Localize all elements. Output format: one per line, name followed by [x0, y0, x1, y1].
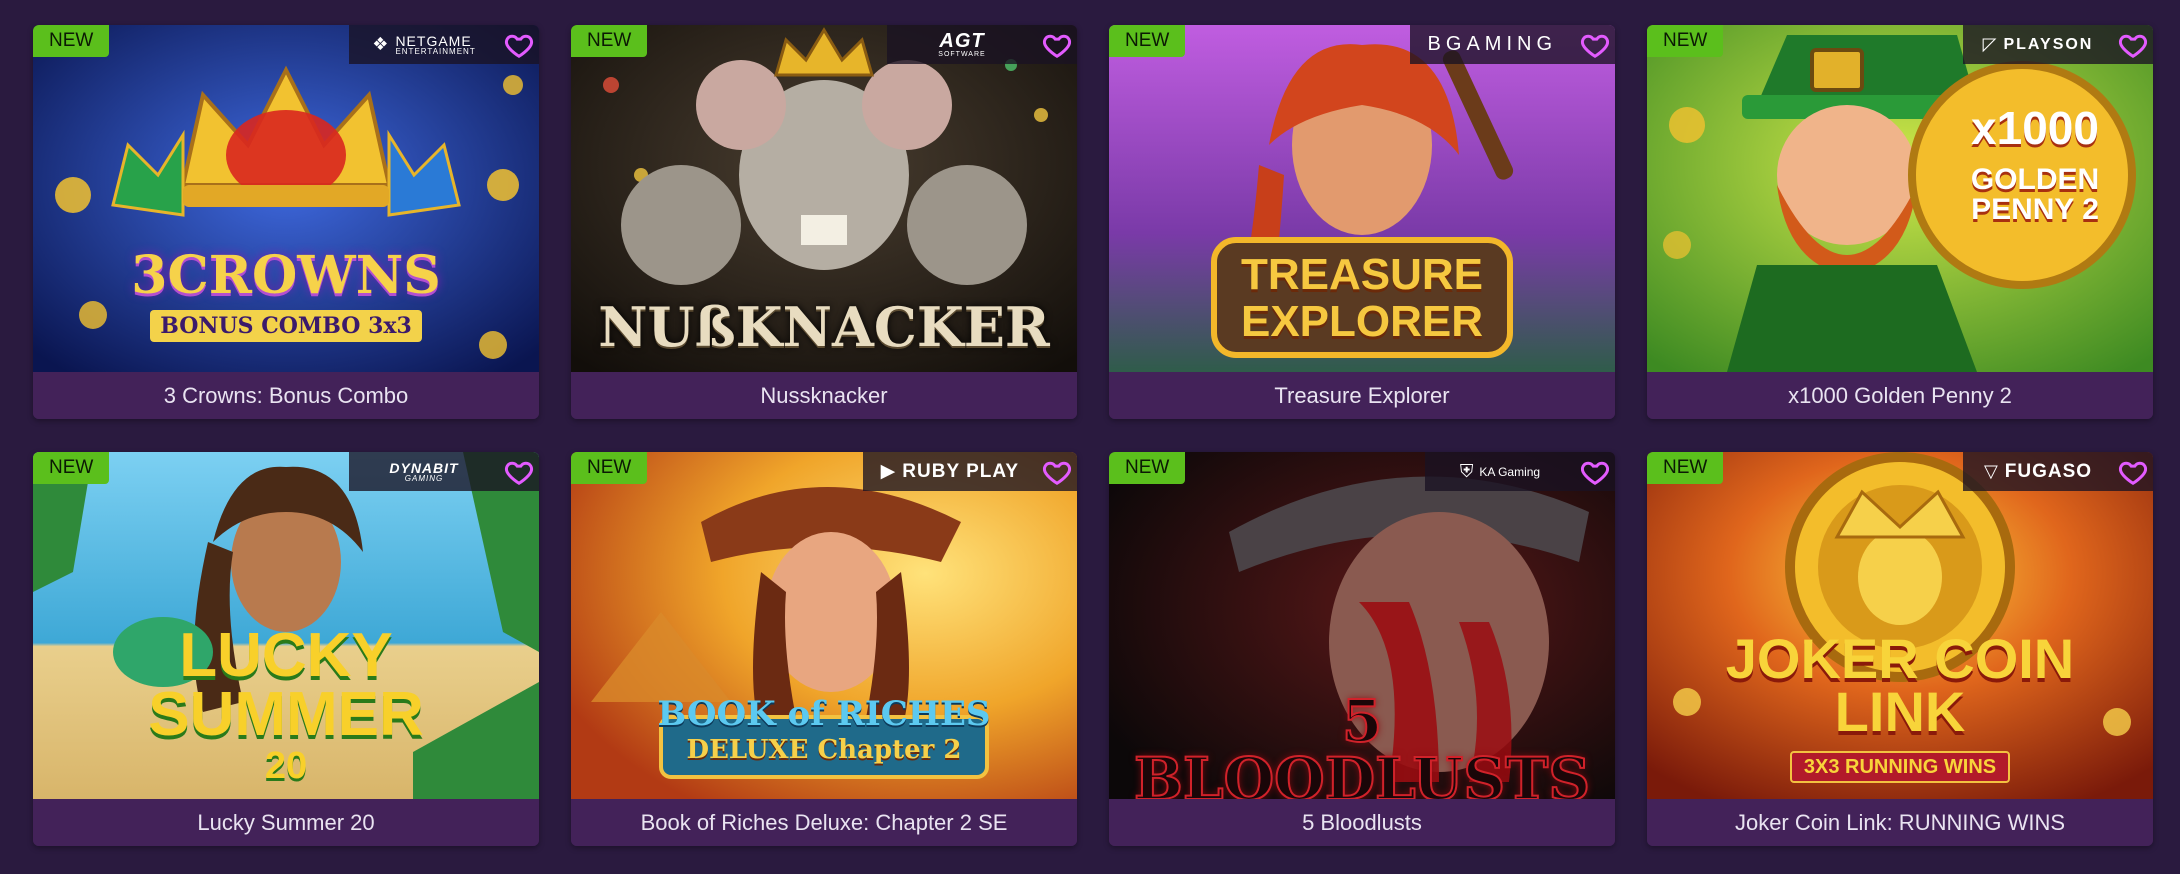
provider-subname: SOFTWARE — [938, 51, 986, 58]
game-logo-subtext: BONUS COMBO 3x3 — [33, 310, 539, 342]
game-grid: 3CROWNS BONUS COMBO 3x3 NEW ❖ NETGAME EN… — [33, 25, 2153, 846]
provider-badge: AGT SOFTWARE — [887, 25, 1037, 64]
play-triangle-icon: ◸ — [1982, 34, 1998, 54]
heart-icon — [1580, 461, 1610, 485]
favorite-button[interactable] — [1575, 25, 1615, 64]
game-thumbnail[interactable]: NUßKNACKER NEW AGT SOFTWARE — [571, 25, 1077, 372]
game-thumbnail[interactable]: 3CROWNS BONUS COMBO 3x3 NEW ❖ NETGAME EN… — [33, 25, 539, 372]
game-card[interactable]: 3CROWNS BONUS COMBO 3x3 NEW ❖ NETGAME EN… — [33, 25, 539, 419]
game-logo-text: TREASURE — [1240, 250, 1484, 299]
game-logo-text: BOOK of RICHES — [657, 694, 991, 734]
game-title[interactable]: Treasure Explorer — [1109, 372, 1615, 419]
game-logo-text: NUßKNACKER — [598, 295, 1050, 359]
provider-badge: ▽ FUGASO — [1963, 452, 2113, 491]
game-logo-text: 5 BLOODLUSTS — [1133, 687, 1591, 799]
game-title[interactable]: x1000 Golden Penny 2 — [1647, 372, 2153, 419]
provider-name: DYNABIT — [389, 459, 459, 476]
game-logo-subtext-wrap: 3X3 RUNNING WINS — [1647, 751, 2153, 783]
game-logo-subtext: GOLDEN PENNY 2 — [1970, 163, 2100, 226]
provider-name: NETGAME — [395, 32, 472, 49]
game-logo-subtext: DELUXE Chapter 2 — [686, 735, 962, 765]
provider-name: RUBY PLAY — [902, 460, 1019, 482]
game-logo-text: JOKER COIN LINK — [1725, 627, 2075, 744]
game-title[interactable]: Nussknacker — [571, 372, 1077, 419]
provider-name-wrap: NETGAME ENTERTAINMENT — [395, 34, 475, 56]
provider-subname: GAMING — [404, 473, 444, 483]
provider-name: PLAYSON — [2003, 35, 2094, 53]
heart-icon — [504, 34, 534, 58]
new-badge: NEW — [1647, 25, 1724, 57]
provider-name: BGAMING — [1427, 33, 1557, 55]
game-logo-text: LUCKY SUMMER — [148, 621, 424, 749]
provider-name: KA Gaming — [1479, 464, 1541, 479]
game-card[interactable]: LUCKY SUMMER 20 NEW DYNABIT GAMING Lucky… — [33, 452, 539, 846]
ka-gaming-logo-icon: ⛨ — [1459, 461, 1474, 481]
provider-badge: DYNABIT GAMING — [349, 452, 499, 491]
new-badge: NEW — [33, 452, 110, 484]
favorite-button[interactable] — [1037, 25, 1077, 64]
new-badge: NEW — [571, 25, 648, 57]
provider-name: FUGASO — [2004, 460, 2093, 482]
game-logo-subtext: 20 — [264, 745, 308, 787]
game-thumbnail[interactable]: TREASURE EXPLORER NEW BGAMING — [1109, 25, 1615, 372]
game-card[interactable]: 5 BLOODLUSTS NEW ⛨ KA Gaming 5 Bloodlust… — [1109, 452, 1615, 846]
provider-name-wrap: AGT SOFTWARE — [938, 31, 985, 58]
game-thumbnail[interactable]: 5 BLOODLUSTS NEW ⛨ KA Gaming — [1109, 452, 1615, 799]
game-title[interactable]: 3 Crowns: Bonus Combo — [33, 372, 539, 419]
game-title[interactable]: Lucky Summer 20 — [33, 799, 539, 846]
new-badge: NEW — [1647, 452, 1724, 484]
provider-name: AGT — [939, 30, 985, 52]
favorite-button[interactable] — [1575, 452, 1615, 491]
game-logo-subtext-label: BONUS COMBO 3x3 — [150, 310, 422, 342]
heart-icon — [2118, 461, 2148, 485]
game-card[interactable]: TREASURE EXPLORER NEW BGAMING Treasure E… — [1109, 25, 1615, 419]
provider-badge: ❖ NETGAME ENTERTAINMENT — [349, 25, 499, 64]
game-thumbnail[interactable]: LUCKY SUMMER 20 NEW DYNABIT GAMING — [33, 452, 539, 799]
game-card[interactable]: BOOK of RICHES DELUXE Chapter 2 NEW ▶ RU… — [571, 452, 1077, 846]
provider-badge: BGAMING — [1409, 25, 1575, 64]
favorite-button[interactable] — [1037, 452, 1077, 491]
game-thumbnail[interactable]: BOOK of RICHES DELUXE Chapter 2 NEW ▶ RU… — [571, 452, 1077, 799]
game-card[interactable]: JOKER COIN LINK 3X3 RUNNING WINS NEW ▽ F… — [1647, 452, 2153, 846]
heart-icon — [1580, 34, 1610, 58]
game-title[interactable]: Joker Coin Link: RUNNING WINS — [1647, 799, 2153, 846]
game-artwork — [1647, 452, 2153, 799]
fugaso-logo-icon: ▽ — [1983, 461, 1999, 481]
favorite-button[interactable] — [2113, 452, 2153, 491]
game-logo-subtext: EXPLORER — [1240, 297, 1484, 346]
favorite-button[interactable] — [499, 452, 539, 491]
new-badge: NEW — [33, 25, 110, 57]
heart-icon — [1042, 34, 1072, 58]
game-card[interactable]: NUßKNACKER NEW AGT SOFTWARE Nussknacker — [571, 25, 1077, 419]
game-logo-subtext: 3X3 RUNNING WINS — [1789, 751, 2011, 783]
game-title[interactable]: Book of Riches Deluxe: Chapter 2 SE — [571, 799, 1077, 846]
play-icon: ▶ — [880, 461, 897, 482]
new-badge: NEW — [571, 452, 648, 484]
game-logo-text: 3CROWNS — [131, 245, 441, 306]
game-title[interactable]: 5 Bloodlusts — [1109, 799, 1615, 846]
game-thumbnail[interactable]: JOKER COIN LINK 3X3 RUNNING WINS NEW ▽ F… — [1647, 452, 2153, 799]
provider-badge: ▶ RUBY PLAY — [862, 452, 1037, 491]
game-thumbnail[interactable]: x1000 GOLDEN PENNY 2 NEW ◸ PLAYSON — [1647, 25, 2153, 372]
new-badge: NEW — [1109, 25, 1186, 57]
new-badge: NEW — [1109, 452, 1186, 484]
provider-logo-icon: ❖ — [372, 34, 390, 54]
game-logo-text: x1000 — [1971, 102, 2099, 154]
favorite-button[interactable] — [2113, 25, 2153, 64]
heart-icon — [2118, 34, 2148, 58]
heart-icon — [504, 461, 534, 485]
provider-subname: ENTERTAINMENT — [395, 46, 476, 56]
provider-badge: ⛨ KA Gaming — [1425, 452, 1575, 491]
provider-name-wrap: DYNABIT GAMING — [389, 461, 458, 483]
game-card[interactable]: x1000 GOLDEN PENNY 2 NEW ◸ PLAYSON x1000… — [1647, 25, 2153, 419]
provider-badge: ◸ PLAYSON — [1963, 25, 2113, 64]
heart-icon — [1042, 461, 1072, 485]
favorite-button[interactable] — [499, 25, 539, 64]
